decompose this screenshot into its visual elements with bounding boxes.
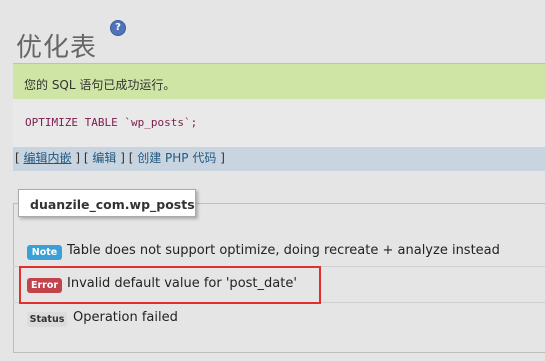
status-message: Operation failed [73,310,178,325]
status-badge: Status [27,312,67,327]
page-title: 优化表 [16,33,98,64]
bracket-open: [ [15,151,20,165]
sql-table: `wp_posts` [124,116,191,129]
result-legend: duanzile_com.wp_posts [18,189,196,217]
sql-query-box: OPTIMIZE TABLE `wp_posts`; [13,99,545,147]
sql-keyword: OPTIMIZE TABLE [25,116,118,129]
bracket-separator: ] [ [120,151,134,165]
create-php-code-link[interactable]: 创建 PHP 代码 [137,151,216,165]
help-icon[interactable]: ? [110,20,126,36]
sql-query: OPTIMIZE TABLE `wp_posts`; [25,116,197,129]
success-message: 您的 SQL 语句已成功运行。 [24,78,176,92]
query-links-bar: [ 编辑内嵌 ] [ 编辑 ] [ 创建 PHP 代码 ] [13,147,545,171]
edit-inline-link[interactable]: 编辑内嵌 [24,151,72,165]
bracket-separator: ] [ [75,151,89,165]
edit-link[interactable]: 编辑 [92,151,116,165]
result-table-name: duanzile_com.wp_posts [30,197,195,212]
bracket-close: ] [220,151,225,165]
error-highlight-box [19,266,321,304]
success-message-box: 您的 SQL 语句已成功运行。 [13,63,545,99]
sql-terminator: ; [190,116,198,129]
note-message: Table does not support optimize, doing r… [67,243,500,258]
note-badge: Note [27,245,62,260]
